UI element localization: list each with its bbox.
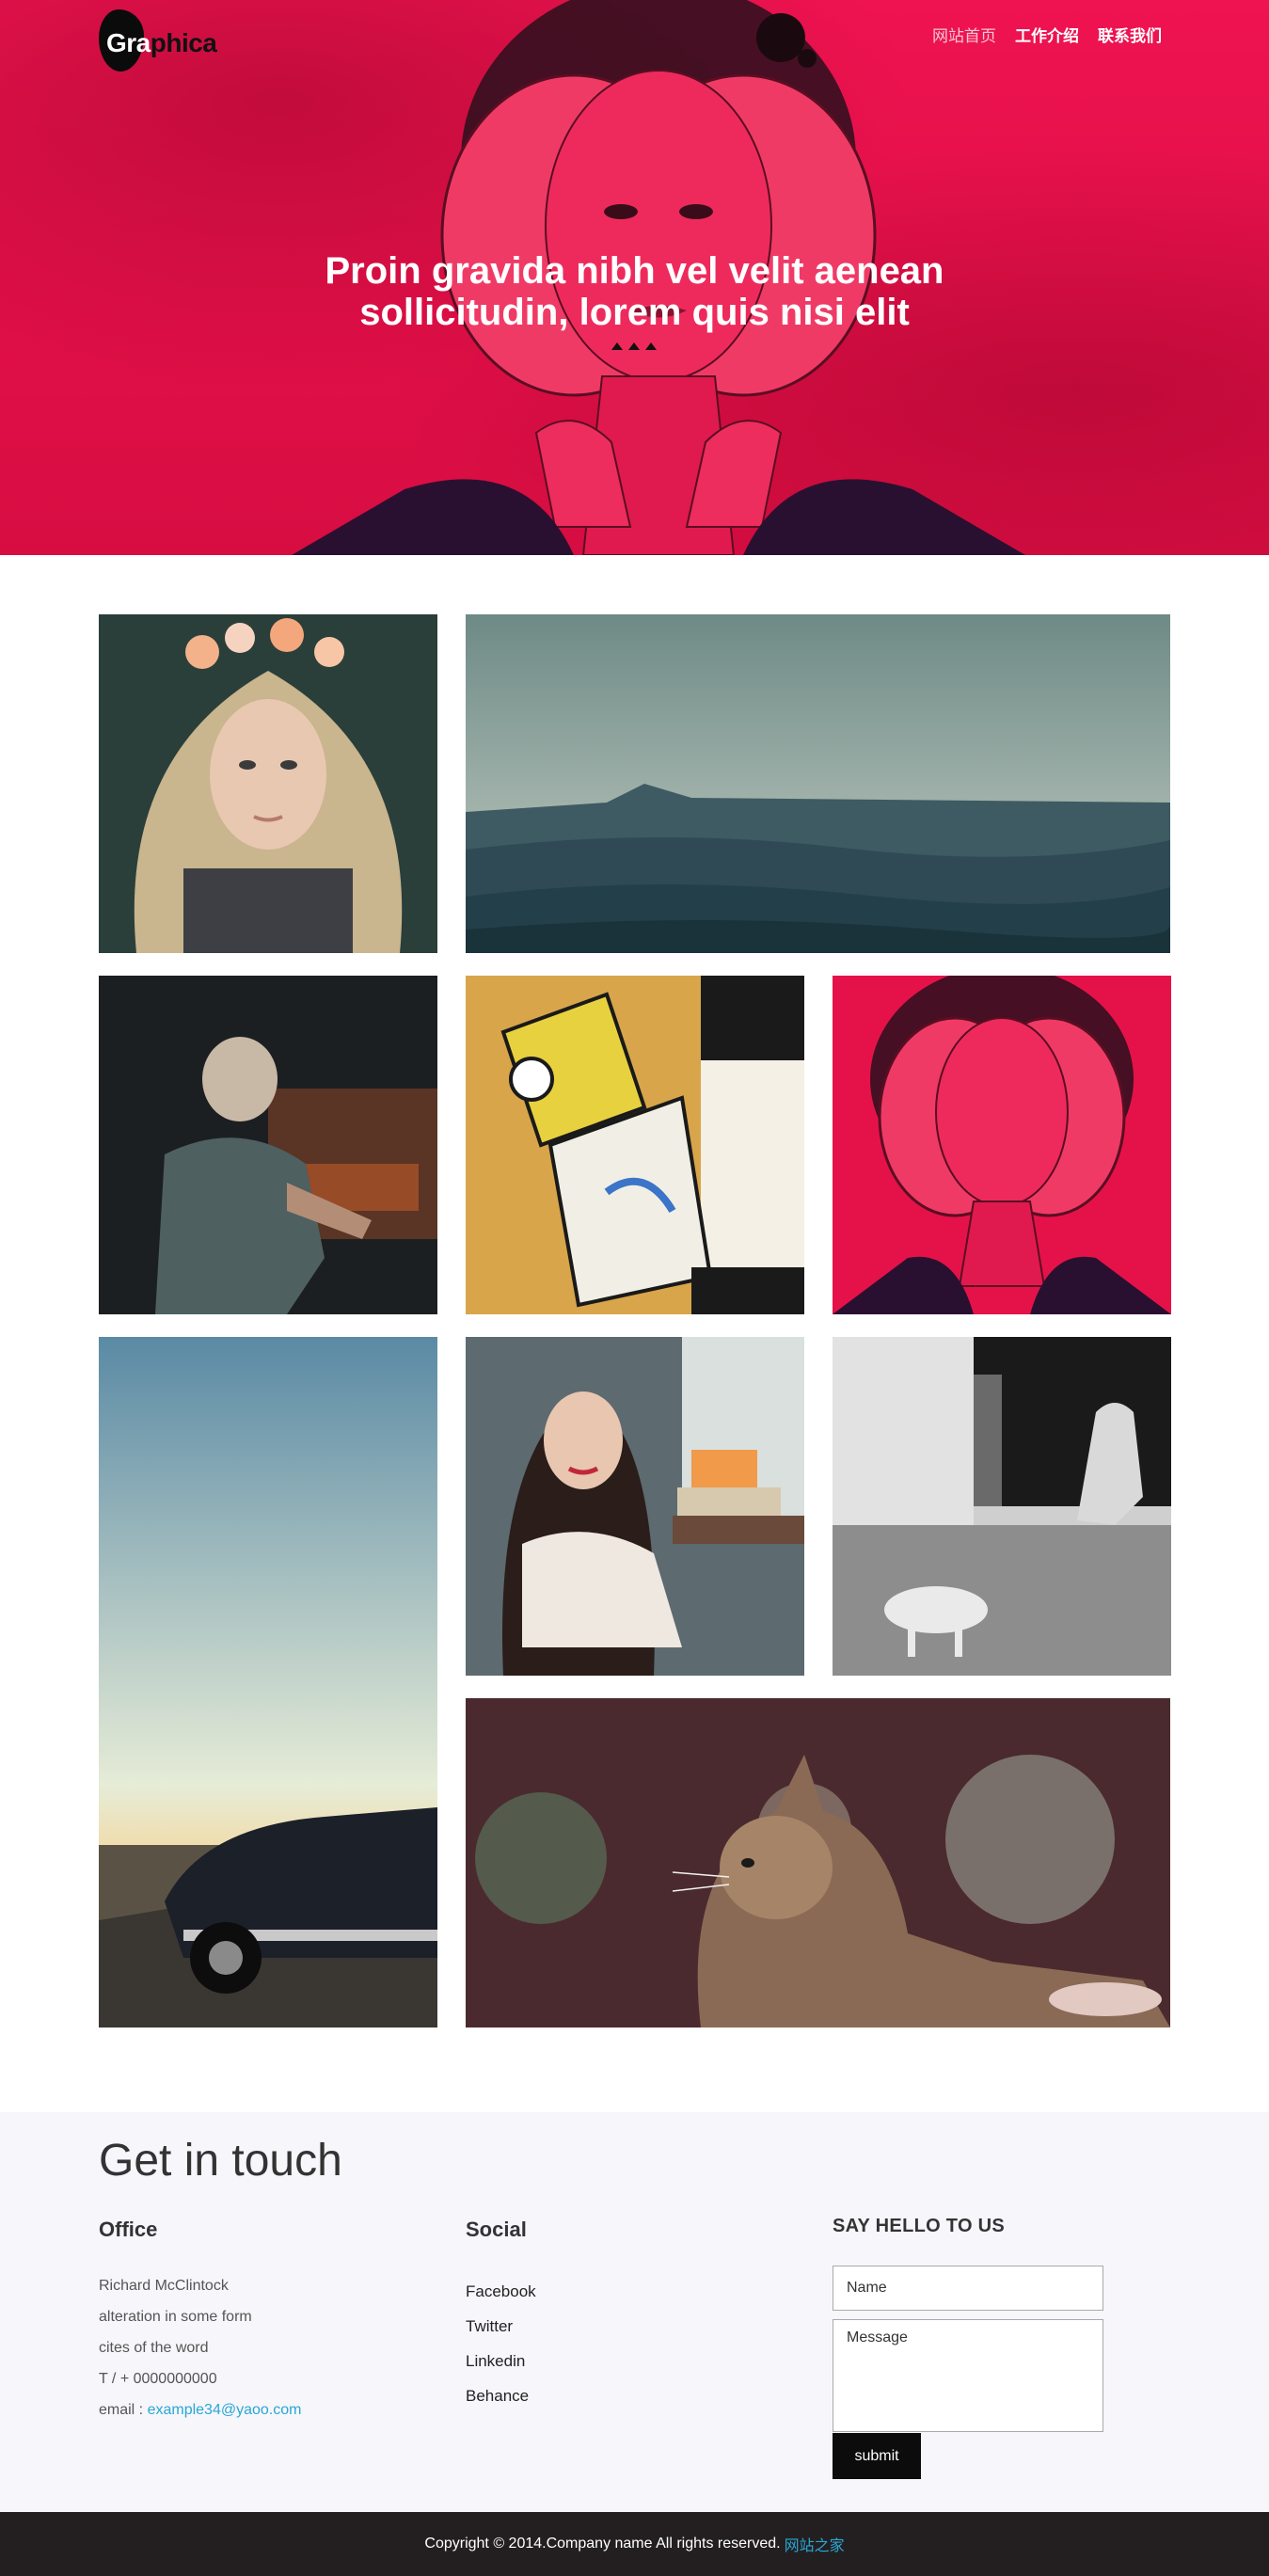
cat-image (466, 1698, 1170, 2027)
logo-text-part2: phica (150, 28, 217, 57)
footer-link[interactable]: 网站之家 (785, 2533, 845, 2555)
copyright-text: Copyright © 2014.Company name All rights… (424, 2536, 781, 2552)
woman-flowers-image (99, 614, 437, 953)
office-phone: T / + 0000000000 (99, 2371, 217, 2387)
hero-banner: Graphica 网站首页 工作介绍 联系我们 Proin gravida ni… (0, 0, 1269, 555)
office-title: Office (99, 2218, 158, 2241)
top-navigation: 网站首页 工作介绍 联系我们 (932, 23, 1162, 46)
social-link-linkedin[interactable]: Linkedin (466, 2344, 536, 2378)
nav-about[interactable]: 工作介绍 (1015, 23, 1079, 46)
gallery-tile-street-dog[interactable] (833, 1337, 1171, 1676)
office-email-row: email : example34@yaoo.com (99, 2394, 301, 2425)
logo-wordmark: Graphica (99, 9, 217, 58)
gallery-tile-red-portrait[interactable] (833, 976, 1171, 1314)
gallery-tile-cat[interactable] (466, 1698, 1170, 2027)
slider-dot[interactable] (611, 342, 623, 350)
email-link[interactable]: example34@yaoo.com (148, 2402, 302, 2418)
red-portrait-image (833, 976, 1171, 1314)
hero-headline-line1: Proin gravida nibh vel velit aenean (325, 250, 944, 292)
logo-text-part1: Gra (106, 28, 151, 57)
slider-dot[interactable] (645, 342, 657, 350)
old-man-forge-image (99, 976, 437, 1314)
woman-books-image (466, 1337, 804, 1676)
misty-mountains-image (466, 614, 1170, 953)
social-link-behance[interactable]: Behance (466, 2378, 536, 2413)
hero-headline: Proin gravida nibh vel velit aenean soll… (0, 250, 1269, 333)
social-link-facebook[interactable]: Facebook (466, 2274, 536, 2309)
contact-section: Get in touch Office Richard McClintock a… (0, 2112, 1269, 2512)
gallery-tile-car-sunset[interactable] (99, 1337, 437, 2027)
nav-home[interactable]: 网站首页 (932, 23, 996, 46)
gallery-tile-abstract-painting[interactable] (466, 976, 804, 1314)
gallery-tile-woman-flowers[interactable] (99, 614, 437, 953)
abstract-painting-image (466, 976, 804, 1314)
submit-button[interactable]: submit (833, 2433, 921, 2479)
gallery-tile-misty-mountains[interactable] (466, 614, 1170, 953)
office-line: alteration in some form (99, 2309, 252, 2325)
nav-contact[interactable]: 联系我们 (1098, 23, 1162, 46)
social-title: Social (466, 2218, 527, 2241)
street-dog-image (833, 1337, 1171, 1676)
slider-indicators (611, 342, 657, 350)
name-input[interactable] (833, 2266, 1103, 2311)
contact-heading: Get in touch (99, 2136, 342, 2186)
gallery-tile-woman-books[interactable] (466, 1337, 804, 1676)
site-logo[interactable]: Graphica (99, 9, 217, 72)
hero-headline-line2: sollicitudin, lorem quis nisi elit (359, 292, 910, 333)
email-label: email : (99, 2402, 148, 2418)
gallery-tile-old-man-forge[interactable] (99, 976, 437, 1314)
form-title: SAY HELLO TO US (833, 2216, 1006, 2236)
office-line: Richard McClintock (99, 2278, 229, 2294)
social-links: Facebook Twitter Linkedin Behance (466, 2274, 536, 2413)
social-link-twitter[interactable]: Twitter (466, 2309, 536, 2344)
office-details: Richard McClintock alteration in some fo… (99, 2270, 301, 2425)
office-line: cites of the word (99, 2340, 209, 2356)
message-textarea[interactable] (833, 2319, 1103, 2432)
slider-dot[interactable] (628, 342, 640, 350)
car-sunset-image (99, 1337, 437, 2027)
site-footer: Copyright © 2014.Company name All rights… (0, 2512, 1269, 2576)
